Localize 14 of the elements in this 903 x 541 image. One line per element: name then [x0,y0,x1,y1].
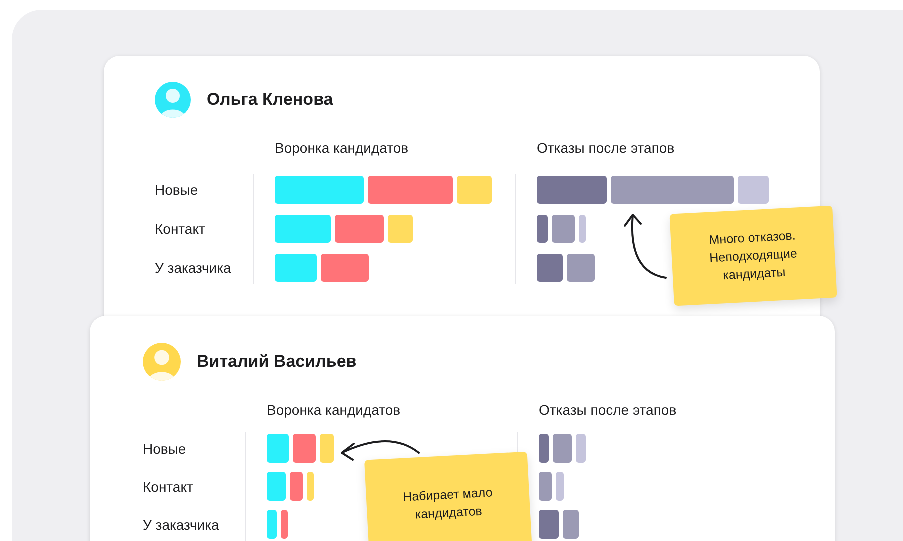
chart-title: Воронка кандидатов [275,140,409,156]
sticky-note: Много отказов. Неподходящие кандидаты [670,206,838,306]
stage-label: Контакт [143,478,194,494]
chart-title: Отказы после этапов [537,140,675,156]
stage-label: У заказчика [155,260,232,276]
manager-name: Виталий Васильев [197,352,357,372]
stage-label: У заказчика [143,516,220,532]
stage-label: Контакт [155,221,206,237]
stage-label: Новые [143,440,186,456]
chart-title: Воронка кандидатов [267,402,401,418]
chart-title: Отказы после этапов [539,402,677,418]
stage-label: Новые [155,182,198,198]
sticky-note: Набирает мало кандидатов [364,452,532,541]
manager-name: Ольга Кленова [207,90,334,110]
